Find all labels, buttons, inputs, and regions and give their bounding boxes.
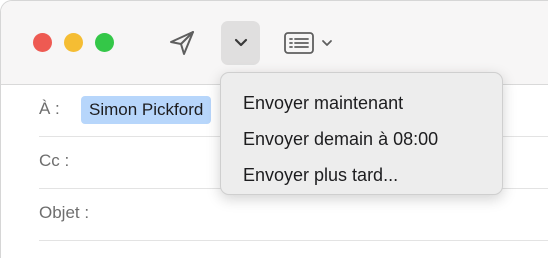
- menu-item-send-now[interactable]: Envoyer maintenant: [221, 85, 502, 121]
- message-body[interactable]: [39, 241, 548, 258]
- send-later-menu-button[interactable]: [221, 21, 260, 65]
- paper-plane-icon: [170, 31, 194, 55]
- header-fields-icon: [284, 32, 314, 54]
- subject-field[interactable]: Objet :: [39, 189, 548, 241]
- chevron-down-icon: [322, 40, 332, 46]
- maximize-window-button[interactable]: [95, 33, 114, 52]
- minimize-window-button[interactable]: [64, 33, 83, 52]
- chevron-down-icon: [234, 38, 247, 47]
- mail-compose-window: À : Simon Pickford Cc : Objet : Envoyer …: [0, 0, 548, 258]
- send-button[interactable]: [165, 27, 199, 59]
- recipient-token[interactable]: Simon Pickford: [81, 96, 212, 124]
- close-window-button[interactable]: [33, 33, 52, 52]
- menu-item-send-tomorrow[interactable]: Envoyer demain à 08:00: [221, 121, 502, 157]
- subject-label: Objet :: [39, 203, 90, 222]
- menu-item-send-later[interactable]: Envoyer plus tard...: [221, 157, 502, 193]
- send-later-menu: Envoyer maintenant Envoyer demain à 08:0…: [220, 72, 503, 195]
- header-fields-button[interactable]: [283, 27, 343, 59]
- to-label: À :: [39, 99, 60, 118]
- cc-label: Cc :: [39, 151, 70, 170]
